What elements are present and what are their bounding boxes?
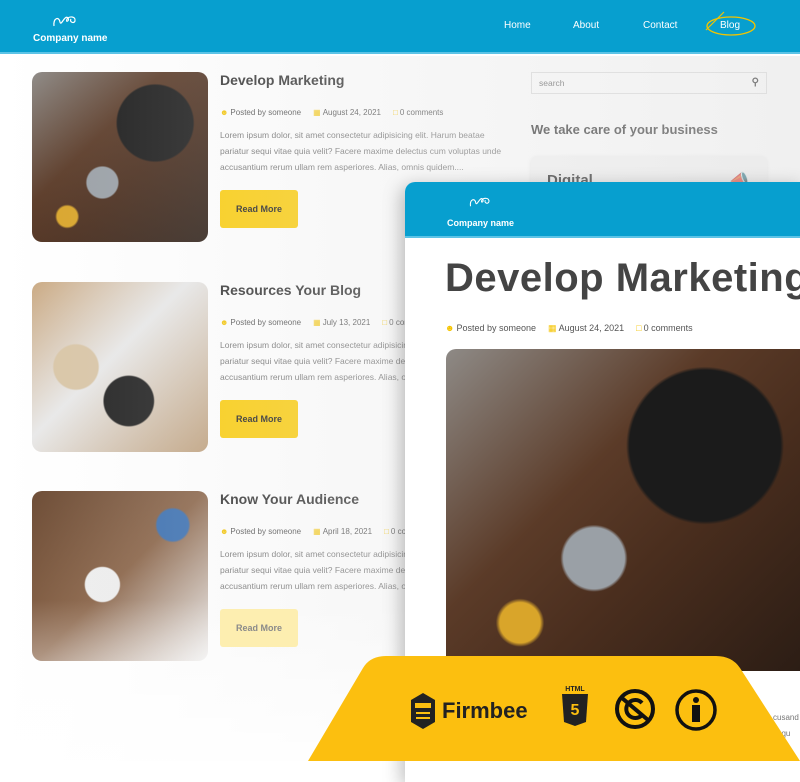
- post-title[interactable]: Develop Marketing: [220, 72, 344, 88]
- post-meta: ☻Posted by someone ▦April 18, 2021 □0 co…: [220, 527, 435, 536]
- read-more-button[interactable]: Read More: [220, 609, 298, 647]
- site-header: Company name Home About Contact Blog: [0, 0, 800, 54]
- post-author: Posted by someone: [230, 318, 302, 327]
- calendar-icon: ▦: [313, 318, 321, 327]
- preview-header: Company name: [405, 182, 800, 238]
- user-icon: ☻: [220, 527, 229, 536]
- calendar-icon: ▦: [313, 527, 321, 536]
- search-icon[interactable]: ⚲: [752, 77, 759, 88]
- post-date: August 24, 2021: [322, 108, 381, 117]
- post-image[interactable]: [32, 491, 208, 661]
- post-title: Develop Marketing: [445, 256, 800, 300]
- post-image[interactable]: [32, 72, 208, 242]
- post-title[interactable]: Know Your Audience: [220, 491, 359, 507]
- comment-icon: □: [382, 318, 388, 327]
- nav-contact[interactable]: Contact: [643, 20, 677, 31]
- read-more-button[interactable]: Read More: [220, 400, 298, 438]
- logo-scribble-icon: [53, 16, 76, 27]
- post-meta: ☻Posted by someone ▦July 13, 2021 □0 com…: [220, 318, 433, 327]
- search-placeholder: search: [539, 78, 565, 88]
- banner-shape: [308, 656, 800, 761]
- nav-home[interactable]: Home: [504, 20, 531, 31]
- firmbee-wordmark: Firmbee: [442, 698, 528, 723]
- user-icon: ☻: [445, 323, 455, 333]
- post-author: Posted by someone: [230, 527, 302, 536]
- read-more-button[interactable]: Read More: [220, 190, 298, 228]
- comment-icon: □: [636, 323, 642, 333]
- firmbee-logo-icon: [411, 693, 435, 729]
- post-meta: ☻ Posted by someone ▦ August 24, 2021 □ 0 c…: [445, 323, 693, 334]
- post-title[interactable]: Resources Your Blog: [220, 282, 361, 298]
- company-name: Company name: [447, 218, 515, 228]
- tech-badge-banner: Firmbee HTML 5: [308, 654, 800, 761]
- nav-about[interactable]: About: [573, 20, 599, 31]
- firmbee-logo: Firmbee: [408, 691, 528, 731]
- post-author: Posted by someone: [456, 323, 537, 333]
- comment-icon: □: [384, 527, 389, 536]
- post-meta: ☻ Posted by someone ▦ August 24, 2021 □ 0 c…: [220, 108, 443, 117]
- sidebar-title: We take care of your business: [531, 122, 718, 137]
- comment-icon: □: [392, 108, 398, 117]
- search-input[interactable]: search ⚲: [531, 72, 767, 94]
- html-version: 5: [570, 702, 580, 719]
- post-excerpt: Lorem ipsum dolor, sit amet consectetur …: [220, 130, 502, 172]
- user-icon: ☻: [220, 108, 229, 117]
- calendar-icon: ▦: [548, 323, 557, 333]
- company-name: Company name: [33, 33, 108, 44]
- user-icon: ☻: [220, 318, 229, 327]
- company-logo[interactable]: Company name: [447, 194, 514, 231]
- calendar-icon: ▦: [313, 108, 321, 117]
- nav-blog[interactable]: Blog: [720, 20, 740, 31]
- post-comments[interactable]: 0 comments: [400, 108, 444, 117]
- post-date: April 18, 2021: [322, 527, 373, 536]
- no-copyright-icon: [615, 689, 655, 729]
- company-logo[interactable]: Company name: [33, 12, 107, 46]
- html5-icon: HTML 5: [560, 686, 590, 732]
- post-image[interactable]: [32, 282, 208, 452]
- post-author: Posted by someone: [230, 108, 302, 117]
- post-date: July 13, 2021: [322, 318, 371, 327]
- post-date: August 24, 2021: [558, 323, 625, 333]
- post-comments[interactable]: 0 comments: [644, 323, 693, 333]
- html-label: HTML: [565, 686, 585, 693]
- accessibility-icon: [675, 689, 717, 731]
- logo-scribble-icon: [469, 197, 489, 207]
- post-hero-image: [446, 349, 800, 671]
